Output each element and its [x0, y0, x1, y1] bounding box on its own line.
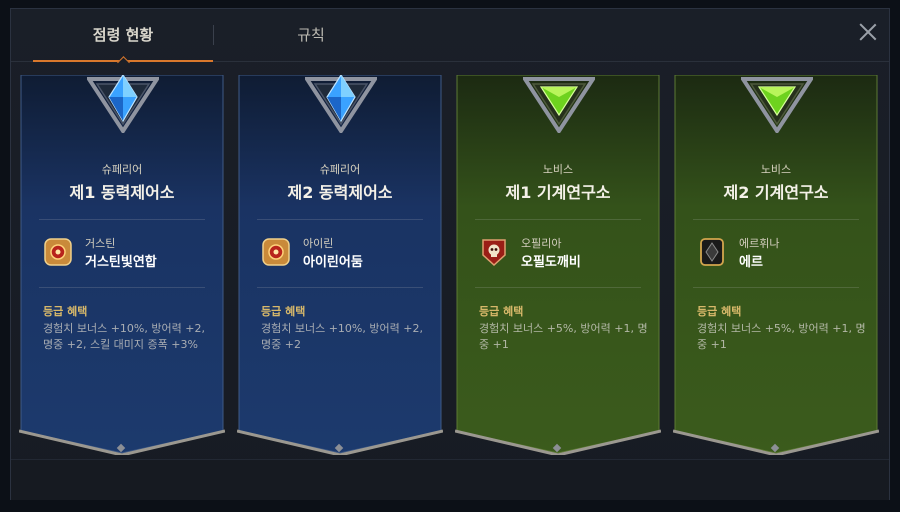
- guild-server: 에르휘나: [739, 237, 780, 250]
- tab-rules-label: 규칙: [297, 26, 325, 44]
- benefit-title: 등급 혜택: [43, 305, 88, 318]
- tab-occupation-status-label: 점령 현황: [92, 26, 154, 44]
- divider: [475, 287, 641, 288]
- novice-crest-icon: [741, 77, 813, 133]
- benefit-text: 경험치 보너스 +10%, 방어력 +2, 명중 +2, 스킬 대미지 증폭 +…: [43, 322, 205, 351]
- tab-bar: 점령 현황 규칙: [11, 9, 889, 69]
- divider: [39, 287, 205, 288]
- territory-name: 제1 기계연구소: [505, 183, 611, 202]
- benefit-text: 경험치 보너스 +5%, 방어력 +1, 명중 +1: [697, 322, 866, 351]
- benefit-title: 등급 혜택: [697, 305, 742, 318]
- grade-label: 노비스: [542, 163, 574, 176]
- novice-crest-icon: [523, 77, 595, 133]
- active-tab-notch: [117, 56, 130, 69]
- skull-shield-icon: [482, 239, 506, 267]
- territory-card[interactable]: 노비스 제2 기계연구소 에르휘나 에르 등급 혜택 경험치 보너스 +5%, …: [673, 75, 879, 455]
- divider: [257, 287, 423, 288]
- territory-name: 제2 기계연구소: [723, 183, 829, 202]
- guild-server: 아이린: [303, 237, 334, 250]
- close-icon[interactable]: [857, 21, 879, 43]
- territory-name: 제1 동력제어소: [69, 183, 175, 202]
- divider: [475, 219, 641, 220]
- sun-shield-icon: [44, 238, 72, 266]
- divider: [39, 219, 205, 220]
- guild-name: 아이린어둠: [303, 255, 363, 270]
- superior-crest-icon: [87, 75, 159, 133]
- divider: [693, 219, 859, 220]
- sun-shield-icon: [262, 238, 290, 266]
- benefit-text: 경험치 보너스 +10%, 방어력 +2, 명중 +2: [261, 322, 423, 351]
- occupation-window: 점령 현황 규칙 슈페리어 제1 동력제어소 거스틴 거스틴빛연합 등급 혜택 …: [10, 8, 890, 500]
- benefit-title: 등급 혜택: [479, 305, 524, 318]
- guild-name: 오필도깨비: [521, 255, 581, 270]
- superior-crest-icon: [305, 75, 377, 133]
- territory-name: 제2 동력제어소: [287, 183, 393, 202]
- territory-cards: 슈페리어 제1 동력제어소 거스틴 거스틴빛연합 등급 혜택 경험치 보너스 +…: [11, 69, 889, 469]
- benefit-title: 등급 혜택: [261, 305, 306, 318]
- guild-server: 거스틴: [85, 237, 116, 250]
- territory-card[interactable]: 노비스 제1 기계연구소 오필리아 오필도깨비 등급 혜택 경험치 보너스 +5…: [455, 75, 661, 455]
- guild-server: 오필리아: [521, 237, 562, 250]
- benefit-text: 경험치 보너스 +5%, 방어력 +1, 명중 +1: [479, 322, 648, 351]
- dark-gem-icon: [700, 238, 724, 266]
- grade-label: 슈페리어: [319, 163, 361, 176]
- bottom-bar: [11, 459, 889, 500]
- guild-name: 에르: [739, 255, 763, 270]
- tab-rules[interactable]: 규칙: [231, 9, 391, 61]
- territory-card[interactable]: 슈페리어 제1 동력제어소 거스틴 거스틴빛연합 등급 혜택 경험치 보너스 +…: [19, 75, 225, 455]
- grade-label: 슈페리어: [101, 163, 143, 176]
- divider: [693, 287, 859, 288]
- territory-card[interactable]: 슈페리어 제2 동력제어소 아이린 아이린어둠 등급 혜택 경험치 보너스 +1…: [237, 75, 443, 455]
- grade-label: 노비스: [760, 163, 792, 176]
- divider: [257, 219, 423, 220]
- guild-name: 거스틴빛연합: [85, 255, 157, 270]
- tab-divider: [213, 25, 214, 45]
- tab-occupation-status[interactable]: 점령 현황: [33, 9, 213, 69]
